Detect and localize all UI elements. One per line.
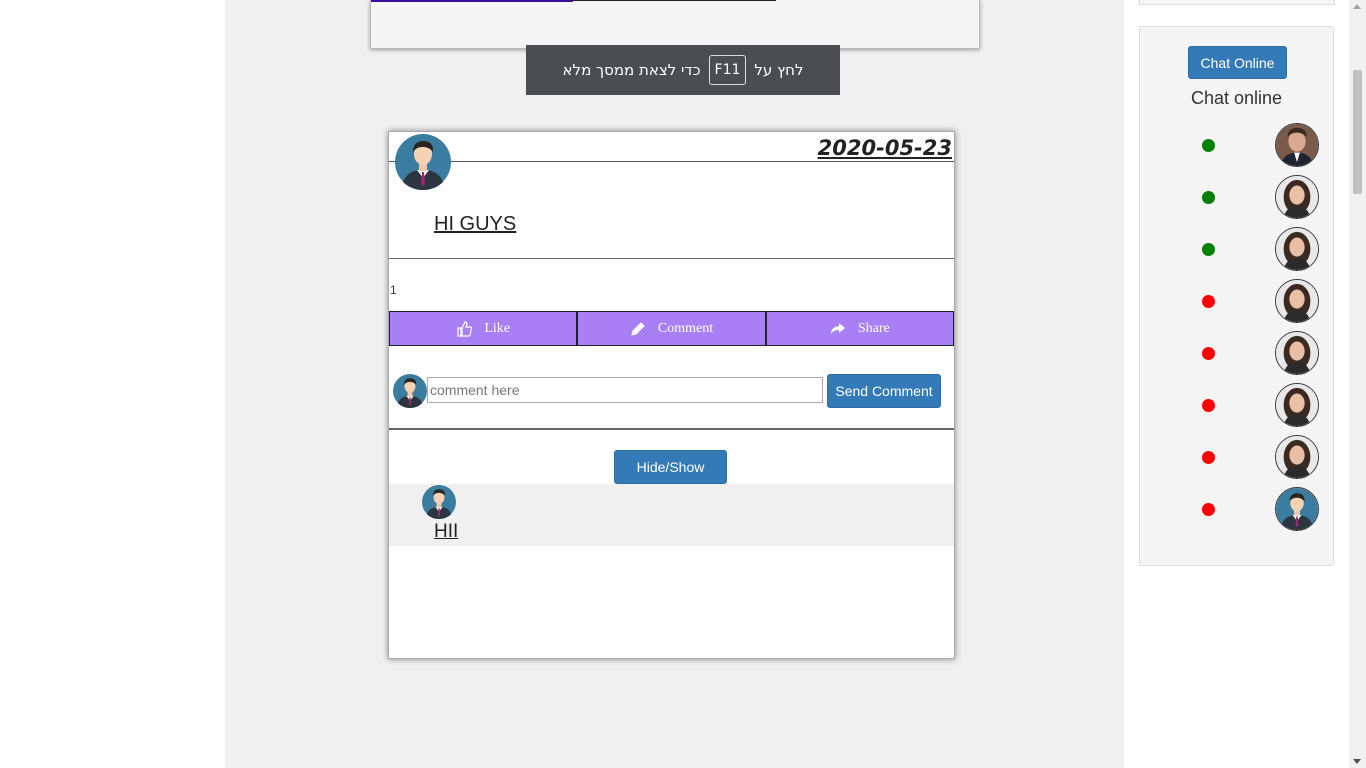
scroll-up-arrow-icon[interactable] (1353, 4, 1361, 9)
chat-user[interactable] (1140, 123, 1333, 169)
comment-label: Comment (657, 320, 714, 336)
offline-status-dot (1202, 399, 1215, 412)
user-avatar[interactable] (1275, 227, 1319, 271)
offline-status-dot (1202, 295, 1215, 308)
chat-user[interactable] (1140, 279, 1333, 325)
chat-title: Chat online (1190, 88, 1283, 108)
post-header: 2020-05-23 (389, 132, 954, 162)
offline-status-dot (1202, 503, 1215, 516)
share-label: Share (857, 320, 890, 336)
pencil-icon (631, 321, 645, 336)
notice-text-before: לחץ על (754, 61, 804, 79)
comment-text[interactable]: HII (434, 521, 458, 543)
scroll-down-arrow-icon[interactable] (1353, 759, 1361, 764)
comment-composer: Send Comment (389, 370, 954, 412)
share-button[interactable]: Share (765, 311, 954, 346)
like-count: 1 (390, 283, 397, 297)
post-actions: Like Comment Share (389, 311, 954, 346)
chat-user[interactable] (1140, 487, 1333, 533)
user-avatar[interactable] (1275, 175, 1319, 219)
user-avatar[interactable] (1275, 487, 1319, 531)
f11-key: F11 (708, 55, 747, 85)
offline-status-dot (1202, 347, 1215, 360)
divider (389, 428, 954, 430)
user-avatar[interactable] (1275, 383, 1319, 427)
comment-item: HII (389, 484, 954, 546)
divider (371, 0, 573, 2)
comment-button[interactable]: Comment (577, 311, 766, 346)
like-label: Like (484, 320, 510, 336)
previous-post-card (370, 0, 980, 49)
chat-user[interactable] (1140, 227, 1333, 273)
thumbs-up-icon (457, 320, 473, 337)
chat-user[interactable] (1140, 175, 1333, 221)
chat-user[interactable] (1140, 383, 1333, 429)
scrollbar-thumb[interactable] (1353, 70, 1362, 194)
divider (389, 258, 954, 259)
user-avatar[interactable] (1275, 435, 1319, 479)
post-date: 2020-05-23 (817, 136, 952, 160)
chat-online-button[interactable]: Chat Online (1188, 46, 1287, 79)
current-user-avatar (393, 374, 427, 408)
page-scrollbar[interactable] (1349, 0, 1366, 768)
online-status-dot (1202, 243, 1215, 256)
author-avatar (395, 134, 451, 190)
chat-sidebar: Chat Online Chat online (1139, 26, 1334, 566)
user-avatar[interactable] (1275, 279, 1319, 323)
online-status-dot (1202, 139, 1215, 152)
like-button[interactable]: Like (389, 311, 578, 346)
commenter-avatar (422, 485, 456, 519)
user-avatar[interactable] (1275, 331, 1319, 375)
user-avatar[interactable] (1275, 123, 1319, 167)
divider (573, 0, 776, 1)
sidebar-top-panel (1139, 0, 1335, 5)
send-comment-button[interactable]: Send Comment (827, 374, 941, 408)
share-arrow-icon (830, 322, 845, 334)
chat-user[interactable] (1140, 435, 1333, 481)
notice-text-after: כדי לצאת ממסך מלא (562, 61, 701, 79)
comment-input[interactable] (427, 377, 823, 403)
fullscreen-notice: לחץ על F11 כדי לצאת ממסך מלא (526, 45, 840, 95)
post-card: 2020-05-23 HI GUYS 1 Like Comment Share … (388, 131, 955, 659)
hide-show-button[interactable]: Hide/Show (614, 450, 727, 484)
chat-user[interactable] (1140, 331, 1333, 377)
online-status-dot (1202, 191, 1215, 204)
offline-status-dot (1202, 451, 1215, 464)
post-text[interactable]: HI GUYS (434, 213, 516, 236)
